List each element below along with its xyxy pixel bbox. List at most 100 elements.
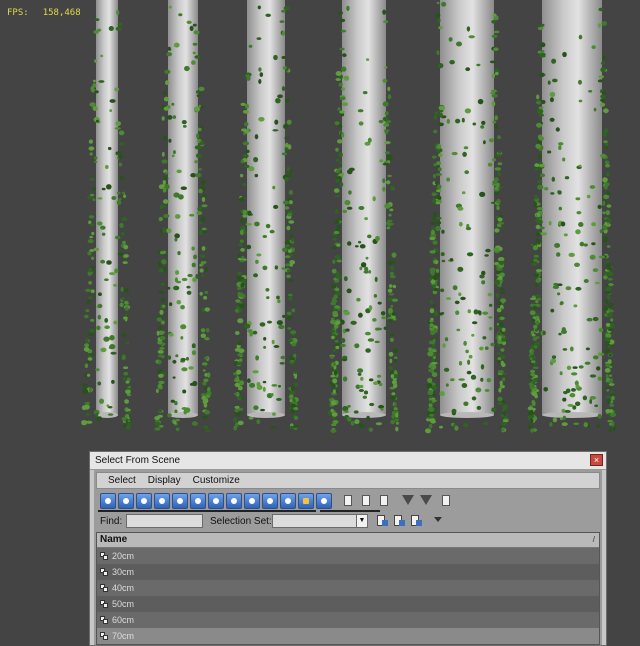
ivy-leaf: [183, 409, 187, 415]
ivy-leaf: [331, 246, 337, 250]
ivy-leaf: [204, 307, 210, 312]
ivy-leaf: [484, 254, 489, 257]
display-cameras-icon[interactable]: [172, 493, 188, 509]
ivy-leaf: [337, 139, 343, 144]
toolbar-divider: [320, 510, 380, 512]
dialog-title-bar[interactable]: Select From Scene ×: [90, 452, 606, 470]
ivy-leaf: [87, 373, 91, 377]
chevron-down-icon[interactable]: ▼: [356, 515, 367, 527]
ivy-leaf: [119, 302, 124, 307]
ivy-leaf: [285, 68, 289, 72]
ivy-leaf: [497, 151, 502, 154]
display-hidden-icon[interactable]: [316, 493, 332, 509]
menu-display[interactable]: Display: [142, 473, 187, 488]
ivy-leaf: [205, 394, 211, 399]
list-item[interactable]: 30cm: [97, 564, 599, 580]
select-invert-icon[interactable]: [376, 493, 392, 509]
ivy-leaf: [191, 343, 196, 349]
ivy-leaf: [530, 360, 536, 364]
ivy-leaf: [589, 374, 597, 378]
ivy-leaf: [439, 425, 443, 429]
display-xrefs-icon[interactable]: [244, 493, 260, 509]
display-bones-icon[interactable]: [262, 493, 278, 509]
select-none-icon[interactable]: [358, 493, 374, 509]
menu-customize[interactable]: Customize: [187, 473, 246, 488]
ivy-leaf: [181, 367, 188, 372]
list-item[interactable]: 70cm: [97, 628, 599, 644]
select-all-icon[interactable]: [340, 493, 356, 509]
ivy-leaf: [104, 278, 109, 282]
ivy-leaf: [482, 336, 487, 340]
ivy-leaf: [535, 320, 540, 326]
list-item[interactable]: 60cm: [97, 612, 599, 628]
ivy-leaf: [115, 121, 121, 126]
ivy-leaf: [354, 419, 360, 425]
ivy-leaf: [180, 336, 184, 340]
ivy-leaf: [565, 286, 572, 291]
close-button[interactable]: ×: [590, 454, 603, 466]
object-icon: [100, 568, 109, 576]
ivy-leaf: [239, 229, 244, 235]
ivy-leaf: [204, 410, 211, 415]
display-frozen-icon[interactable]: [298, 493, 314, 509]
add-to-selection-set-icon[interactable]: [393, 514, 405, 528]
list-item[interactable]: 20cm: [97, 548, 599, 564]
ivy-leaf: [500, 414, 505, 418]
ivy-leaf: [342, 376, 348, 382]
create-selection-set-icon[interactable]: [376, 514, 388, 528]
ivy-leaf: [393, 407, 398, 411]
ivy-leaf: [334, 279, 340, 283]
selection-set-dropdown[interactable]: ▼: [272, 514, 368, 528]
ivy-leaf: [388, 213, 392, 217]
ivy-leaf: [90, 289, 95, 294]
ivy-leaf: [536, 94, 540, 100]
menu-select[interactable]: Select: [102, 473, 142, 488]
filter-icon[interactable]: [402, 495, 414, 505]
ivy-leaf: [290, 385, 295, 392]
ivy-leaf: [391, 298, 399, 302]
object-list[interactable]: Name / 20cm 30cm 40cm 50cm 60cm 70cm: [96, 532, 600, 645]
display-containers-icon[interactable]: [280, 493, 296, 509]
ivy-leaf: [276, 397, 282, 401]
ivy-leaf: [358, 121, 364, 126]
display-shapes-icon[interactable]: [136, 493, 152, 509]
display-lights-icon[interactable]: [154, 493, 170, 509]
ivy-leaf: [158, 380, 165, 385]
ivy-leaf: [284, 206, 290, 210]
ivy-leaf: [118, 153, 123, 160]
ivy-leaf: [558, 206, 562, 211]
ivy-leaf: [605, 210, 611, 216]
ivy-leaf: [330, 429, 337, 433]
ivy-leaf: [430, 330, 436, 336]
ivy-leaf: [465, 349, 469, 354]
list-header-name[interactable]: Name /: [97, 533, 599, 548]
list-item[interactable]: 40cm: [97, 580, 599, 596]
display-helpers-icon[interactable]: [190, 493, 206, 509]
ivy-leaf: [572, 366, 578, 369]
ivy-leaf: [529, 354, 536, 358]
ivy-leaf: [265, 288, 270, 292]
columns-icon[interactable]: [438, 493, 454, 509]
ivy-leaf: [198, 230, 203, 235]
display-groups-icon[interactable]: [226, 493, 242, 509]
list-item[interactable]: 50cm: [97, 596, 599, 612]
ivy-leaf: [569, 393, 576, 398]
ivy-leaf: [187, 273, 193, 278]
find-input[interactable]: [126, 514, 203, 528]
ivy-leaf: [293, 371, 298, 374]
ivy-leaf: [498, 335, 502, 340]
display-spacewarps-icon[interactable]: [208, 493, 224, 509]
more-options-icon[interactable]: [434, 517, 442, 522]
ivy-leaf: [536, 108, 544, 114]
display-none-icon[interactable]: [100, 493, 116, 509]
ivy-leaf: [493, 30, 500, 34]
filter-options-icon[interactable]: [420, 495, 432, 505]
ivy-leaf: [259, 322, 266, 327]
remove-from-selection-set-icon[interactable]: [410, 514, 422, 528]
ivy-leaf: [382, 162, 389, 166]
ivy-leaf: [284, 240, 291, 245]
ivy-leaf: [266, 296, 270, 300]
ivy-leaf: [269, 229, 275, 234]
display-geometry-icon[interactable]: [118, 493, 134, 509]
ivy-leaf: [445, 383, 449, 387]
